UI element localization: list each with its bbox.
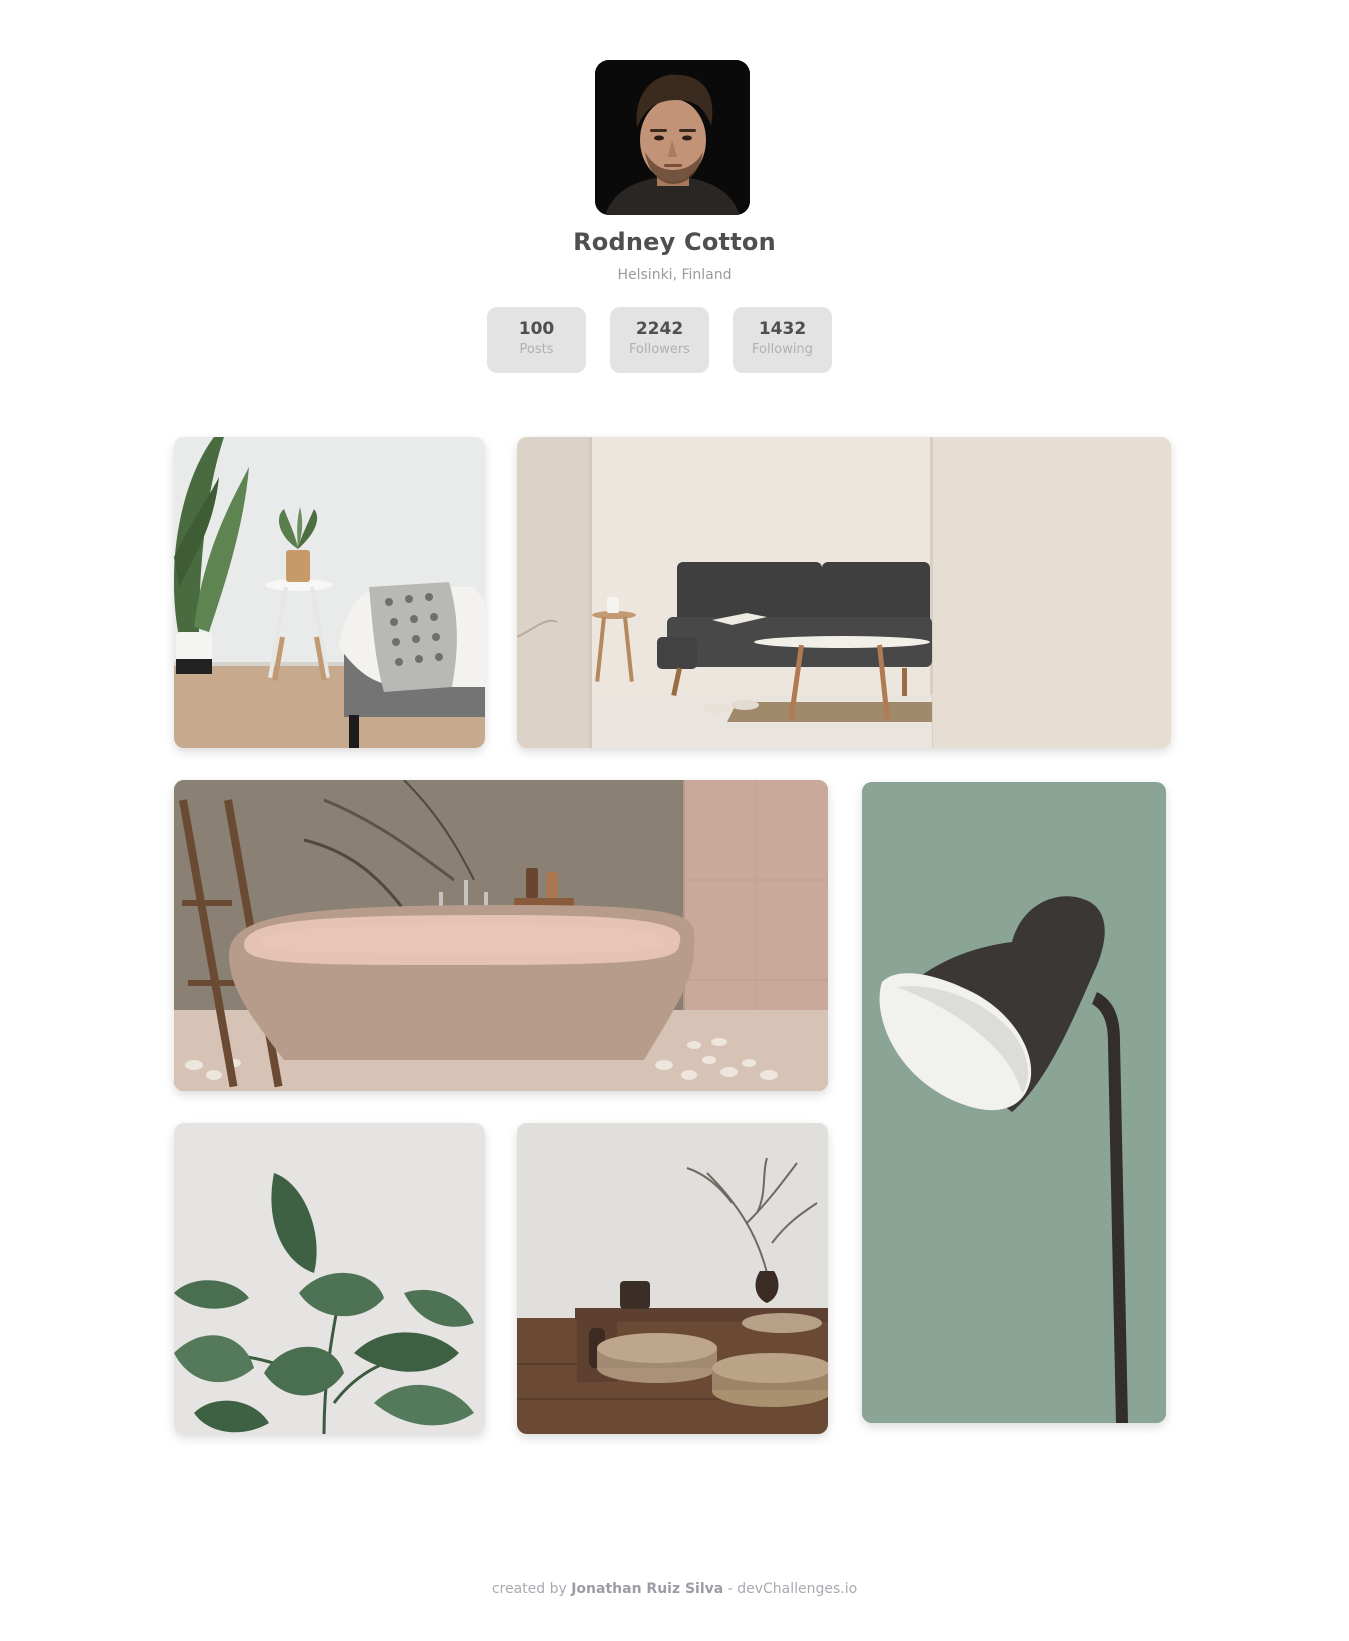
avatar[interactable] <box>595 60 750 215</box>
footer-site-link[interactable]: devChallenges.io <box>737 1581 857 1597</box>
tearoom-photo <box>517 1123 828 1434</box>
bedroom-photo <box>174 437 485 748</box>
gallery-item-lamp[interactable] <box>862 782 1166 1423</box>
stat-followers[interactable]: 2242 Followers <box>610 307 709 373</box>
gallery-item-livingroom[interactable] <box>517 437 1171 748</box>
avatar-image <box>595 60 750 215</box>
gallery-item-bedroom[interactable] <box>174 437 485 748</box>
stat-following-value: 1432 <box>758 319 807 339</box>
livingroom-photo <box>517 437 1171 748</box>
gallery-item-bathtub[interactable] <box>174 780 828 1091</box>
footer-prefix: created by <box>491 1581 567 1597</box>
stat-following[interactable]: 1432 Following <box>733 307 832 373</box>
bathtub-photo <box>174 780 828 1091</box>
stat-followers-value: 2242 <box>635 319 684 339</box>
gallery-item-tearoom[interactable] <box>517 1123 828 1434</box>
profile-location: Helsinki, Finland <box>617 267 732 283</box>
stat-posts[interactable]: 100 Posts <box>487 307 586 373</box>
stats-bar: 100 Posts 2242 Followers 1432 Following <box>487 307 832 373</box>
stat-following-label: Following <box>752 342 813 357</box>
profile-name: Rodney Cotton <box>573 228 776 256</box>
footer: created by Jonathan Ruiz Silva - devChal… <box>0 1581 1349 1597</box>
footer-separator: - <box>727 1581 733 1597</box>
stat-followers-label: Followers <box>629 342 690 357</box>
stat-posts-value: 100 <box>518 319 555 339</box>
lamp-photo <box>862 782 1166 1423</box>
footer-author-link[interactable]: Jonathan Ruiz Silva <box>571 1581 723 1597</box>
plant-photo <box>174 1123 485 1434</box>
gallery-item-plant[interactable] <box>174 1123 485 1434</box>
stat-posts-label: Posts <box>519 342 554 357</box>
